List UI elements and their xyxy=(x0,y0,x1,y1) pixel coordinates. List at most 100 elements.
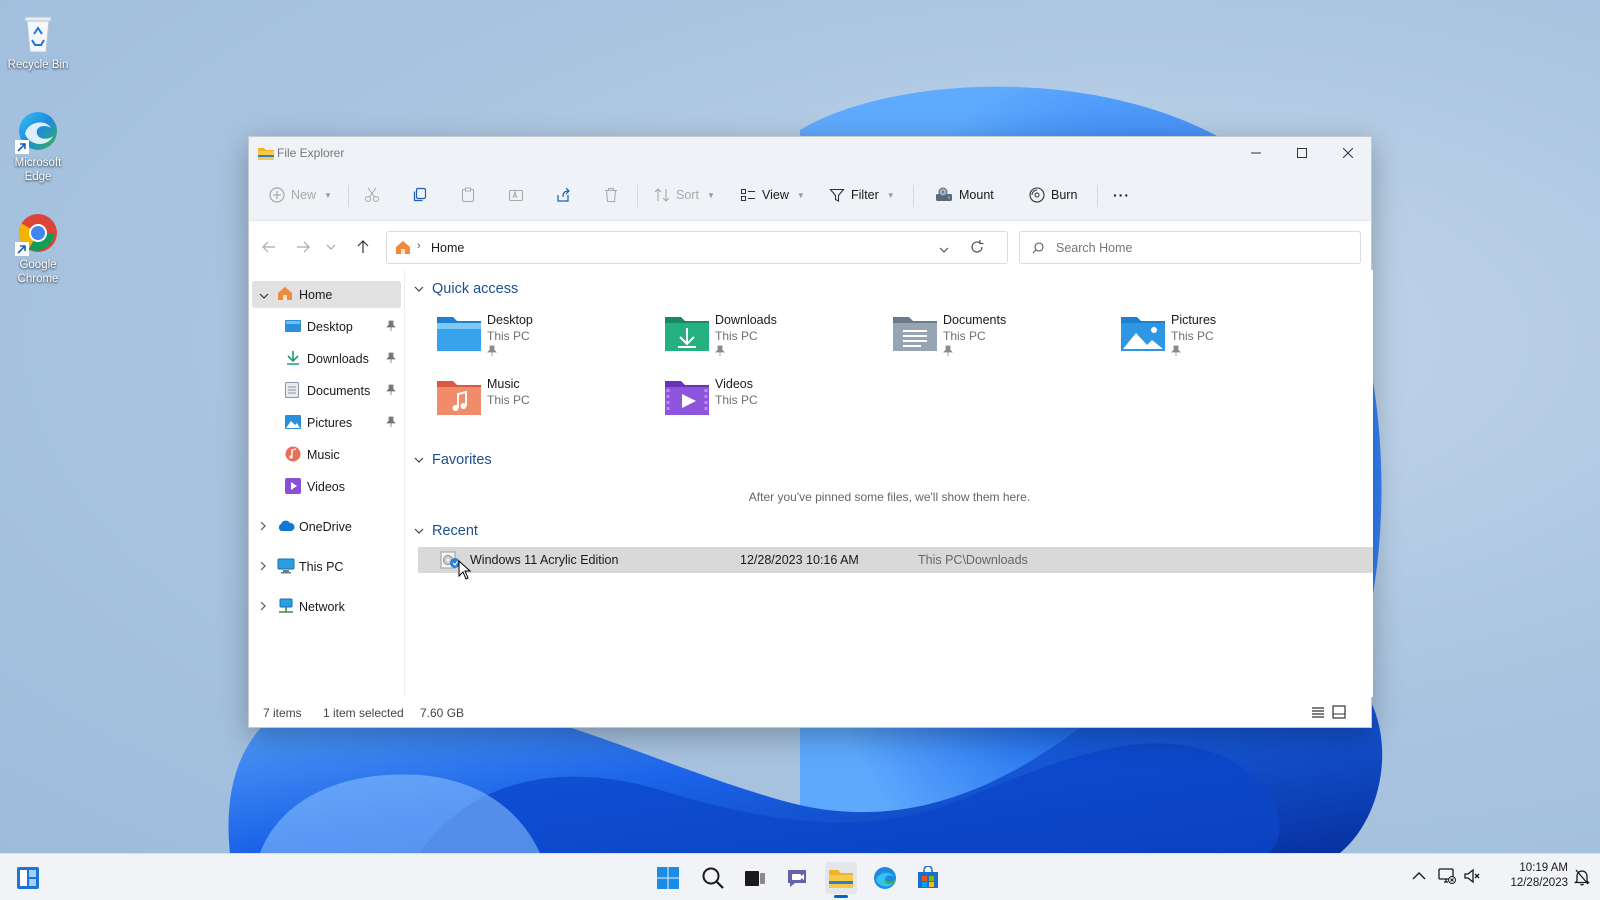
sidebar-item-label: OneDrive xyxy=(299,520,352,534)
desktop-icon-recycle-bin[interactable]: Recycle Bin xyxy=(2,10,74,72)
chevron-down-icon xyxy=(414,457,424,463)
address-row: › Home xyxy=(249,222,1371,270)
paste-button[interactable] xyxy=(460,181,476,209)
file-explorer-taskbar-button[interactable] xyxy=(825,862,857,898)
more-options-button[interactable]: ··· xyxy=(1113,181,1130,209)
quick-access-header[interactable]: Quick access xyxy=(414,281,518,297)
task-view-button[interactable] xyxy=(739,862,771,894)
filter-label: Filter xyxy=(851,188,879,202)
details-view-button[interactable] xyxy=(1311,706,1325,721)
edge-taskbar-button[interactable] xyxy=(869,862,901,894)
forward-button[interactable] xyxy=(292,237,314,257)
videos-folder-icon xyxy=(665,377,709,417)
large-icons-view-button[interactable] xyxy=(1332,705,1346,722)
sidebar-item-desktop[interactable]: Desktop xyxy=(252,313,401,340)
recent-header[interactable]: Recent xyxy=(414,523,478,539)
pin-icon xyxy=(487,345,497,360)
new-button[interactable]: New ▼ xyxy=(269,181,332,209)
quick-access-item-documents[interactable]: Documents This PC xyxy=(887,313,1087,369)
up-button[interactable] xyxy=(352,237,374,257)
recent-file-date: 12/28/2023 10:16 AM xyxy=(740,553,859,567)
start-button[interactable] xyxy=(652,862,684,894)
sidebar-item-videos[interactable]: Videos xyxy=(252,473,401,500)
copy-button[interactable] xyxy=(412,181,428,209)
desktop-icon-chrome[interactable]: Google Chrome xyxy=(2,210,74,286)
pin-icon[interactable] xyxy=(386,320,396,335)
recent-file-row[interactable]: Windows 11 Acrylic Edition 12/28/2023 10… xyxy=(418,547,1373,573)
refresh-icon xyxy=(971,240,984,253)
teams-chat-button[interactable] xyxy=(782,862,814,894)
burn-button[interactable]: Burn xyxy=(1029,181,1077,209)
network-status-icon xyxy=(1438,868,1456,884)
plus-circle-icon xyxy=(269,187,285,203)
title-bar[interactable]: File Explorer xyxy=(249,137,1371,169)
notifications-button[interactable] xyxy=(1573,868,1591,889)
refresh-button[interactable] xyxy=(969,239,985,258)
close-button[interactable] xyxy=(1325,137,1371,169)
item-name: Desktop xyxy=(487,313,533,327)
desktop-icon-label: Recycle Bin xyxy=(7,59,69,71)
back-button[interactable] xyxy=(258,237,280,257)
search-taskbar-button[interactable] xyxy=(697,862,729,894)
filter-icon xyxy=(829,188,845,202)
filter-button[interactable]: Filter ▼ xyxy=(829,181,895,209)
rename-button[interactable] xyxy=(508,181,524,209)
cut-button[interactable] xyxy=(364,181,380,209)
search-input[interactable] xyxy=(1056,239,1346,257)
disc-image-icon xyxy=(440,551,460,572)
sort-button[interactable]: Sort ▼ xyxy=(654,181,715,209)
quick-access-item-music[interactable]: Music This PC xyxy=(431,377,631,433)
pin-icon[interactable] xyxy=(386,384,396,399)
sidebar-item-documents[interactable]: Documents xyxy=(252,377,401,404)
network-tray-button[interactable] xyxy=(1438,867,1456,888)
pin-icon[interactable] xyxy=(386,416,396,431)
store-taskbar-button[interactable] xyxy=(912,862,944,894)
volume-tray-button[interactable] xyxy=(1463,867,1481,888)
quick-access-item-downloads[interactable]: Downloads This PC xyxy=(659,313,859,369)
quick-access-item-desktop[interactable]: Desktop This PC xyxy=(431,313,631,369)
breadcrumb-home[interactable]: Home xyxy=(431,241,464,255)
shortcut-arrow-icon xyxy=(15,242,29,256)
share-button[interactable] xyxy=(555,181,571,209)
search-box[interactable] xyxy=(1019,231,1361,264)
breadcrumb-separator-icon: › xyxy=(417,240,421,252)
minimize-button[interactable] xyxy=(1233,137,1279,169)
clock[interactable]: 10:19 AM 12/28/2023 xyxy=(1488,861,1568,891)
chevron-down-icon xyxy=(326,244,336,250)
more-label: ··· xyxy=(1113,187,1130,203)
view-button[interactable]: View ▼ xyxy=(740,181,805,209)
desktop-icon-edge[interactable]: Microsoft Edge xyxy=(2,108,74,184)
search-icon xyxy=(702,867,724,889)
sidebar-item-onedrive[interactable]: OneDrive xyxy=(252,513,401,540)
burn-label: Burn xyxy=(1051,188,1078,202)
recent-locations-button[interactable] xyxy=(320,237,342,257)
divider xyxy=(637,185,638,207)
onedrive-cloud-icon xyxy=(277,520,295,535)
quick-access-item-pictures[interactable]: Pictures This PC xyxy=(1115,313,1315,369)
widgets-button[interactable] xyxy=(12,862,44,894)
sidebar-item-this-pc[interactable]: This PC xyxy=(252,553,401,580)
desktop-icon-label: Microsoft Edge xyxy=(14,157,62,183)
delete-button[interactable] xyxy=(603,181,619,209)
favorites-empty-message: After you've pinned some files, we'll sh… xyxy=(748,490,1031,504)
item-name: Music xyxy=(487,377,520,391)
divider xyxy=(913,185,914,207)
show-hidden-icons-button[interactable] xyxy=(1412,870,1426,884)
sidebar-item-network[interactable]: Network xyxy=(252,593,401,620)
item-location: This PC xyxy=(487,329,530,343)
desktop-folder-icon xyxy=(437,313,481,353)
pin-icon[interactable] xyxy=(386,352,396,367)
mount-button[interactable]: Mount xyxy=(935,181,994,209)
address-history-button[interactable] xyxy=(939,243,949,257)
address-bar[interactable]: › Home xyxy=(386,231,1008,264)
sidebar-item-music[interactable]: Music xyxy=(252,441,401,468)
favorites-header[interactable]: Favorites xyxy=(414,452,492,468)
maximize-button[interactable] xyxy=(1279,137,1325,169)
recent-file-location: This PC\Downloads xyxy=(918,553,1028,567)
sidebar-item-home[interactable]: Home xyxy=(252,281,401,308)
sidebar-item-pictures[interactable]: Pictures xyxy=(252,409,401,436)
sidebar-item-downloads[interactable]: Downloads xyxy=(252,345,401,372)
item-location: This PC xyxy=(1171,329,1214,343)
item-name: Videos xyxy=(715,377,753,391)
quick-access-item-videos[interactable]: Videos This PC xyxy=(659,377,859,433)
